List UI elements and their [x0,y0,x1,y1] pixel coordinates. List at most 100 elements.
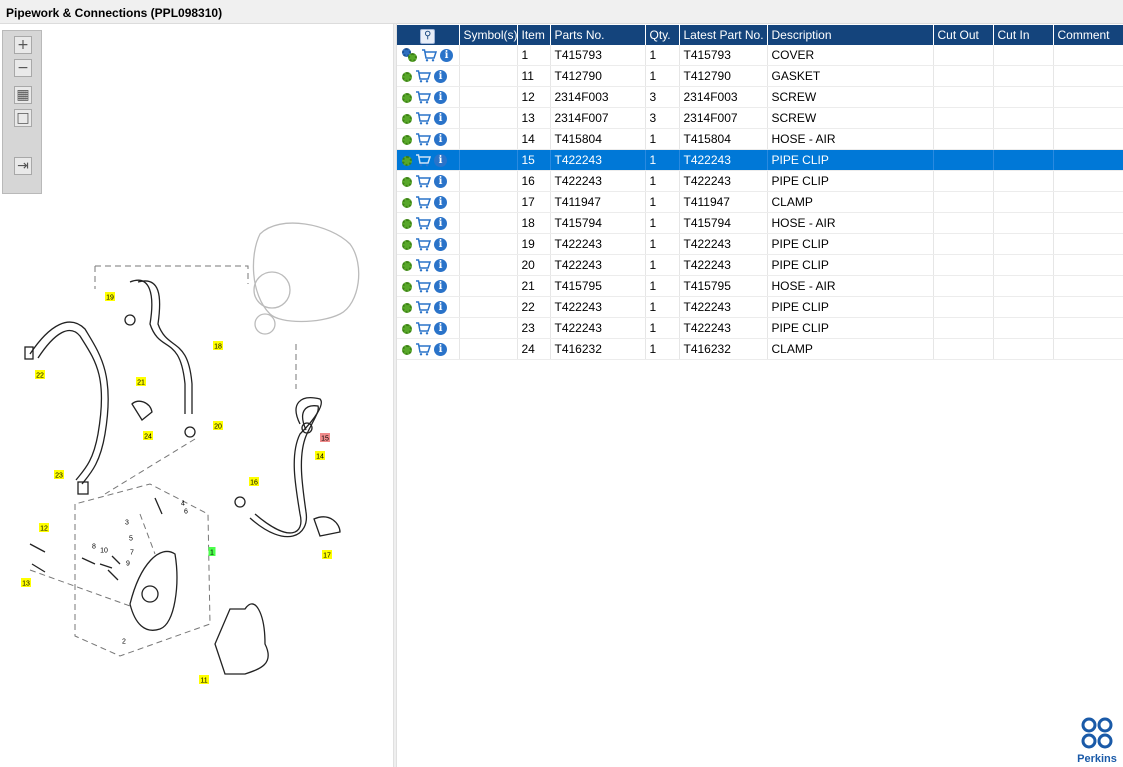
table-row[interactable]: i 18 T415794 1 T415794 HOSE - AIR [397,212,1123,234]
cart-icon[interactable] [421,49,437,62]
callout-11[interactable]: 11 [199,675,209,685]
callout-6[interactable]: 6 [184,509,188,516]
column-header-symbol-s[interactable]: Symbol(s) [459,25,518,45]
column-header-tools[interactable]: ⚲ [397,25,460,45]
callout-5[interactable]: 5 [129,536,133,543]
cart-icon[interactable] [415,175,431,188]
column-header-item[interactable]: Item [517,25,551,45]
info-icon[interactable]: i [434,322,447,336]
column-header-cut-in[interactable]: Cut In [993,25,1054,45]
info-icon[interactable]: i [434,70,447,84]
info-icon[interactable]: i [440,48,453,62]
column-header-comment[interactable]: Comment [1053,25,1123,45]
gear-icon[interactable] [402,344,412,355]
cart-icon[interactable] [415,217,431,230]
table-row[interactable]: i 11 T412790 1 T412790 GASKET [397,65,1123,87]
cart-icon[interactable] [415,112,431,125]
callout-7[interactable]: 7 [130,550,134,557]
info-icon[interactable]: i [434,238,447,252]
callout-2[interactable]: 2 [122,639,126,646]
fit-all-button[interactable]: ▦ [14,86,32,104]
column-header-qty[interactable]: Qty. [645,25,680,45]
info-icon[interactable]: i [434,343,447,357]
cart-icon[interactable] [415,343,431,356]
gear-icon[interactable] [402,155,412,166]
table-row[interactable]: i 14 T415804 1 T415804 HOSE - AIR [397,128,1123,150]
callout-19[interactable]: 19 [105,292,115,302]
gear-icon[interactable] [402,134,412,145]
exploded-diagram[interactable]: 19 18 22 21 24 20 15 14 23 16 12 1 17 13 11 46 3 5 8 10 79 2 [0,24,393,767]
callout-10[interactable]: 10 [100,548,108,555]
find-icon[interactable]: ⚲ [420,28,436,44]
callout-23[interactable]: 23 [54,470,64,480]
gear-icon[interactable] [402,260,412,271]
callout-17[interactable]: 17 [322,550,332,560]
table-row[interactable]: i 16 T422243 1 T422243 PIPE CLIP [397,170,1123,192]
gear-icon[interactable] [402,113,412,124]
table-row[interactable]: i 23 T422243 1 T422243 PIPE CLIP [397,317,1123,339]
table-row[interactable]: i 19 T422243 1 T422243 PIPE CLIP [397,233,1123,255]
cart-icon[interactable] [415,133,431,146]
info-icon[interactable]: i [434,196,447,210]
table-row[interactable]: i 17 T411947 1 T411947 CLAMP [397,191,1123,213]
table-row[interactable]: i 12 2314F003 3 2314F003 SCREW [397,86,1123,108]
info-icon[interactable]: i [434,154,447,168]
cart-icon[interactable] [415,154,431,167]
callout-4[interactable]: 4 [181,501,185,508]
table-row[interactable]: i 22 T422243 1 T422243 PIPE CLIP [397,296,1123,318]
callout-24[interactable]: 24 [143,431,153,441]
callout-20[interactable]: 20 [213,421,223,431]
table-row[interactable]: i 15 T422243 1 T422243 PIPE CLIP [397,149,1123,171]
gear-icon[interactable] [402,218,412,229]
zoom-out-button[interactable]: − [14,59,32,77]
cart-icon[interactable] [415,301,431,314]
info-icon[interactable]: i [434,259,447,273]
cart-icon[interactable] [415,238,431,251]
info-icon[interactable]: i [434,91,447,105]
gear-icon[interactable] [402,302,412,313]
callout-12[interactable]: 12 [39,523,49,533]
cart-icon[interactable] [415,280,431,293]
gear-icon[interactable] [402,239,412,250]
table-row[interactable]: i 24 T416232 1 T416232 CLAMP [397,338,1123,360]
info-icon[interactable]: i [434,175,447,189]
callout-13[interactable]: 13 [21,578,31,588]
cart-icon[interactable] [415,196,431,209]
callout-9[interactable]: 9 [126,561,130,568]
cart-icon[interactable] [415,322,431,335]
gear-icon[interactable] [402,281,412,292]
column-header-description[interactable]: Description [767,25,934,45]
gear-icon[interactable] [402,92,412,103]
cart-icon[interactable] [415,70,431,83]
gear-icon[interactable] [402,176,412,187]
callout-18[interactable]: 18 [213,341,223,351]
callout-1[interactable]: 1 [208,547,216,557]
callout-22[interactable]: 22 [35,370,45,380]
cart-icon[interactable] [415,259,431,272]
table-row[interactable]: i 20 T422243 1 T422243 PIPE CLIP [397,254,1123,276]
actual-size-button[interactable]: □ [14,109,32,127]
zoom-in-button[interactable]: + [14,36,32,54]
info-icon[interactable]: i [434,280,447,294]
callout-8[interactable]: 8 [92,544,96,551]
column-header-latest-part-no[interactable]: Latest Part No. [679,25,768,45]
info-icon[interactable]: i [434,133,447,147]
export-button[interactable]: ⇥ [14,157,32,175]
table-row[interactable]: i 21 T415795 1 T415795 HOSE - AIR [397,275,1123,297]
table-row[interactable]: i 1 T415793 1 T415793 COVER [397,45,1123,66]
info-icon[interactable]: i [434,301,447,315]
diagram-pane[interactable]: 19 18 22 21 24 20 15 14 23 16 12 1 17 13 11 4 6 3 5 8 10 7 9 2 … [0,24,393,767]
gear-icon[interactable] [402,323,412,334]
info-icon[interactable]: i [434,217,447,231]
column-header-parts-no[interactable]: Parts No. [550,25,646,45]
callout-15[interactable]: 15 [320,433,330,443]
cart-icon[interactable] [415,91,431,104]
gear-icon[interactable] [402,197,412,208]
table-row[interactable]: i 13 2314F007 3 2314F007 SCREW [397,107,1123,129]
column-header-cut-out[interactable]: Cut Out [933,25,994,45]
gear-icon[interactable] [402,71,412,82]
callout-3[interactable]: 3 [125,520,129,527]
callout-16[interactable]: 16 [249,477,259,487]
info-icon[interactable]: i [434,112,447,126]
multi-gear-icon[interactable] [402,48,418,63]
